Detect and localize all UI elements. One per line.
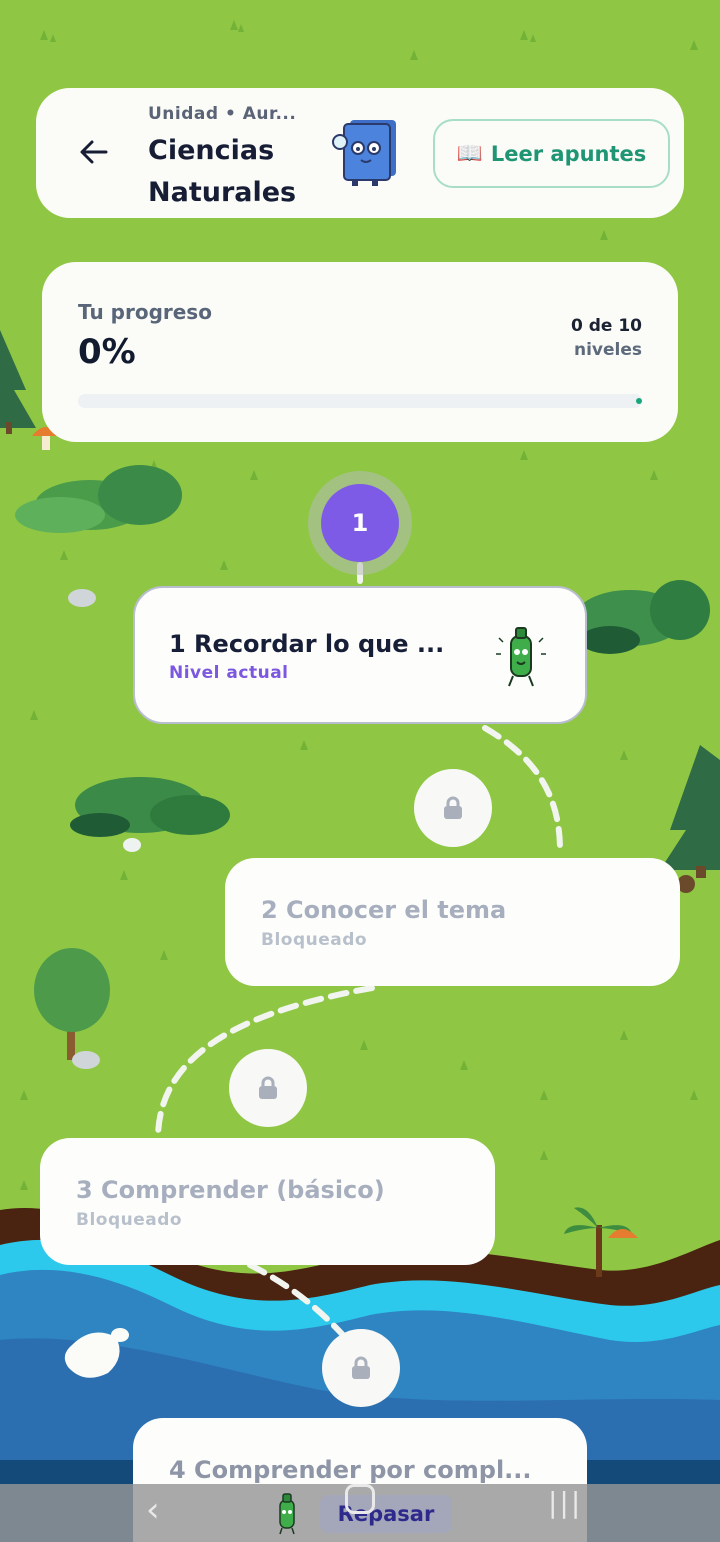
progress-percent: 0% — [78, 332, 136, 372]
system-back-icon[interactable]: ‹ — [146, 1484, 174, 1542]
level-4-lock-node[interactable] — [322, 1329, 400, 1407]
progress-bar — [78, 394, 642, 408]
levels-count-value: 0 de 10 — [570, 316, 642, 336]
level-3-lock-node[interactable] — [229, 1049, 307, 1127]
level-1-status: Nivel actual — [169, 663, 289, 683]
system-recents-icon[interactable]: ||| — [548, 1486, 582, 1519]
level-3-card[interactable]: 3 Comprender (básico) Bloqueado — [40, 1138, 495, 1265]
bottle-mascot-icon — [496, 627, 546, 687]
level-1-card[interactable]: 1 Recordar lo que ... Nivel actual — [133, 586, 587, 724]
breadcrumb: Unidad • Aur... — [148, 104, 297, 124]
level-3-status: Bloqueado — [76, 1210, 183, 1230]
unit-header: Unidad • Aur... Ciencias Naturales 📖 Lee… — [36, 88, 684, 218]
progress-bar-end-dot — [636, 398, 642, 404]
level-3-title: 3 Comprender (básico) — [76, 1176, 385, 1204]
levels-count: 0 de 10 niveles — [571, 314, 642, 362]
level-1-title: 1 Recordar lo que ... — [169, 630, 445, 658]
level-1-node[interactable]: 1 — [308, 471, 412, 575]
bottle-mascot-icon — [279, 1493, 295, 1535]
level-2-title: 2 Conocer el tema — [261, 896, 507, 924]
read-notes-label: Leer apuntes — [490, 141, 647, 166]
level-2-status: Bloqueado — [261, 930, 368, 950]
level-1-number: 1 — [321, 484, 399, 562]
review-button[interactable]: Repasar — [320, 1495, 452, 1533]
levels-count-unit: niveles — [573, 340, 642, 360]
book-mascot-icon — [332, 120, 396, 186]
back-button[interactable] — [74, 132, 114, 172]
lock-icon — [352, 1356, 370, 1379]
progress-card: Tu progreso 0% 0 de 10 niveles — [42, 262, 678, 442]
read-notes-button[interactable]: 📖 Leer apuntes — [433, 119, 670, 188]
level-4-title: 4 Comprender por compl... — [169, 1456, 532, 1484]
progress-label: Tu progreso — [78, 300, 212, 324]
lock-icon — [259, 1076, 277, 1099]
level-2-lock-node[interactable] — [414, 769, 492, 847]
book-icon: 📖 — [456, 141, 483, 165]
level-2-card[interactable]: 2 Conocer el tema Bloqueado — [225, 858, 680, 986]
map-background — [0, 0, 720, 1542]
arrow-left-icon — [80, 140, 108, 164]
page-title: Ciencias Naturales — [148, 135, 297, 208]
lock-icon — [444, 796, 462, 819]
system-navigation-bar: ‹ Repasar ||| — [0, 1484, 720, 1542]
system-home-icon[interactable] — [345, 1484, 375, 1514]
